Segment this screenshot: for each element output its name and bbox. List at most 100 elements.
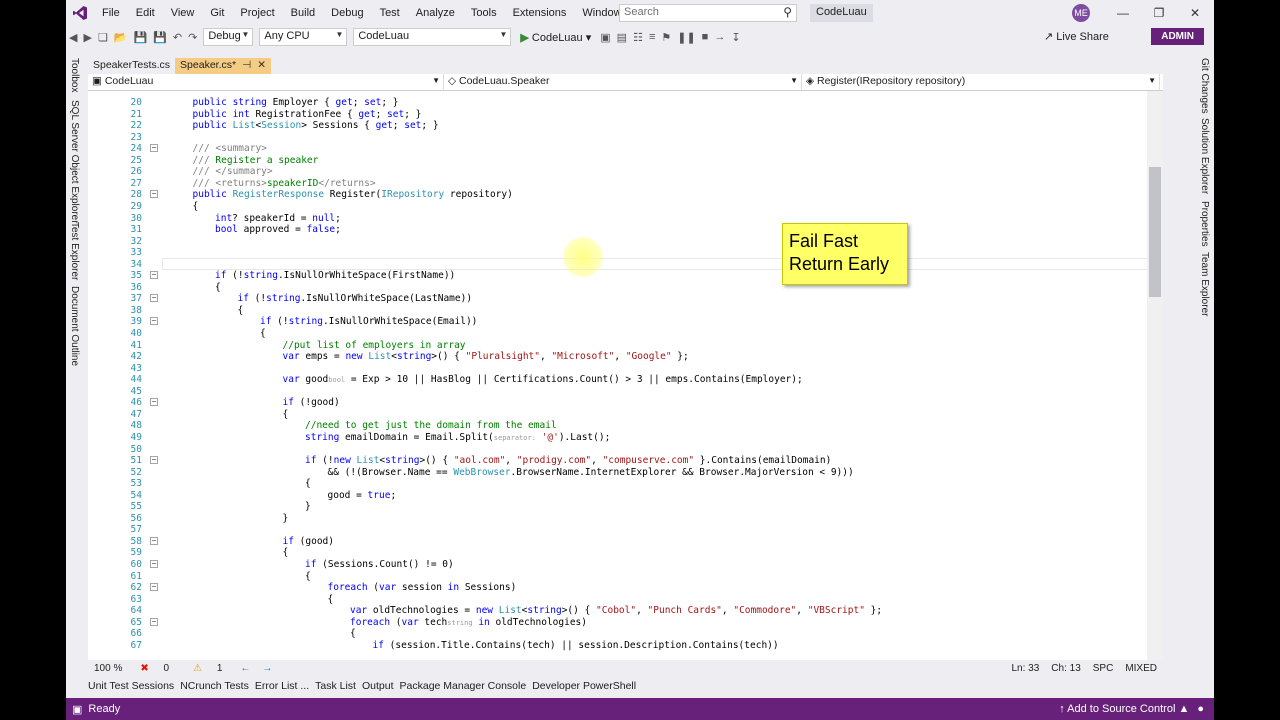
nav-forward-icon[interactable]: → (256, 663, 278, 674)
code-line[interactable]: 29 { (88, 201, 1148, 212)
code-line[interactable]: 61 { (88, 571, 1148, 582)
menu-item-project[interactable]: Project (232, 0, 282, 26)
menu-item-tools[interactable]: Tools (463, 0, 505, 26)
toolbar-icon-2[interactable]: ▤ (614, 31, 630, 44)
warnings-indicator[interactable]: ⚠ 1 (181, 663, 234, 674)
code-line[interactable]: 24− /// <summary> (88, 143, 1148, 154)
code-line[interactable]: 63 { (88, 594, 1148, 605)
menu-item-git[interactable]: Git (202, 0, 232, 26)
code-line[interactable]: 44 var goodbool = Exp > 10 || HasBlog || … (88, 374, 1148, 385)
pause-icon[interactable]: ❚❚ (674, 31, 698, 44)
code-line[interactable]: 35− if (!string.IsNullOrWhiteSpace(FirstN… (88, 270, 1148, 281)
forward-icon[interactable]: ▶ (80, 31, 94, 44)
code-line[interactable]: 33 (88, 247, 1148, 258)
code-line[interactable]: 31 bool approved = false; (88, 224, 1148, 235)
live-share-button[interactable]: ↗ Live Share (1044, 30, 1109, 43)
collapse-icon[interactable]: − (150, 190, 158, 199)
close-icon[interactable]: ✕ (1178, 0, 1212, 26)
bottom-tab-error-list[interactable]: Error List ... (255, 678, 315, 696)
whitespace-mode[interactable]: SPC (1087, 663, 1120, 674)
toolbox-tab[interactable]: Toolbox (69, 58, 80, 92)
collapse-icon[interactable]: − (150, 317, 158, 326)
save-all-icon[interactable]: 💾 (150, 31, 170, 44)
menu-item-view[interactable]: View (163, 0, 203, 26)
code-line[interactable]: 45 (88, 386, 1148, 397)
collapse-icon[interactable]: − (150, 560, 158, 568)
notifications-icon[interactable]: ● (1197, 703, 1214, 715)
project-dropdown[interactable]: ▣ CodeLuau ▼ (88, 74, 444, 91)
collapse-icon[interactable]: − (150, 271, 158, 280)
redo-icon[interactable]: ↷ (185, 31, 200, 44)
menu-item-analyze[interactable]: Analyze (408, 0, 463, 26)
bottom-tab-unit-test-sessions[interactable]: Unit Test Sessions (88, 678, 180, 696)
test-explorer-tab[interactable]: Test Explorer (69, 222, 80, 280)
code-line[interactable]: 32 (88, 236, 1148, 247)
collapse-icon[interactable]: − (150, 617, 158, 626)
code-line[interactable]: 55} (88, 501, 1148, 512)
start-debugging-button[interactable]: ▶ CodeLuau ▾ (514, 31, 597, 44)
menu-item-test[interactable]: Test (372, 0, 408, 26)
undo-icon[interactable]: ↶ (170, 31, 185, 44)
zoom-level[interactable]: 100 % (88, 663, 128, 674)
code-line[interactable]: 38 { (88, 305, 1148, 316)
collapse-icon[interactable]: − (150, 583, 158, 592)
code-line[interactable]: 43 (88, 363, 1148, 374)
code-line[interactable]: 39− if (!string.IsNullOrWhiteSpace(Email)… (88, 316, 1148, 327)
stop-icon[interactable]: ■ (699, 31, 712, 43)
scroll-thumb[interactable] (1149, 167, 1161, 297)
code-line[interactable]: 56} (88, 513, 1148, 524)
code-line[interactable]: 59 { (88, 547, 1148, 558)
member-dropdown[interactable]: ◈ Register(IRepository repository) ▼ (802, 74, 1160, 91)
configuration-select[interactable]: Debug ▼ (203, 28, 254, 46)
code-line[interactable]: 20 public string Employer { get; set; } (88, 97, 1148, 108)
step-into-icon[interactable]: ↧ (728, 31, 743, 44)
sql-server-object-explorer-tab[interactable]: SQL Server Object Explorer (69, 100, 80, 224)
code-line[interactable]: 47 { (88, 409, 1148, 420)
solution-explorer-tab[interactable]: Solution Explorer (1199, 118, 1210, 194)
code-line[interactable]: 58− if (good) (88, 536, 1148, 547)
avatar[interactable]: ME (1072, 4, 1090, 22)
collapse-icon[interactable]: − (150, 536, 158, 545)
toolbar-icon-3[interactable]: ☷ (630, 31, 646, 44)
code-line[interactable]: 57 (88, 524, 1148, 535)
code-line[interactable]: 49 string emailDomain = Email.Split(separ… (88, 432, 1148, 443)
startup-project-select[interactable]: CodeLuau ▼ (353, 28, 512, 46)
new-item-icon[interactable]: ❏ (95, 31, 111, 44)
collapse-icon[interactable]: − (150, 144, 158, 153)
code-line[interactable]: 48 //need to get just the domain from the… (88, 420, 1148, 431)
properties-tab[interactable]: Properties (1199, 201, 1210, 247)
restore-icon[interactable]: ❐ (1142, 0, 1176, 26)
code-line[interactable]: 27 /// <returns>speakerID</returns> (88, 178, 1148, 189)
code-line[interactable]: 51− if (!new List<string>() { "aol.com", … (88, 455, 1148, 466)
bottom-tab-ncrunch-tests[interactable]: NCrunch Tests (180, 678, 255, 696)
collapse-icon[interactable]: − (150, 456, 158, 465)
menu-item-edit[interactable]: Edit (128, 0, 163, 26)
code-line[interactable]: 53 { (88, 478, 1148, 489)
code-line[interactable]: 37− if (!string.IsNullOrWhiteSpace(LastNa… (88, 293, 1148, 304)
code-line[interactable]: 54 good = true; (88, 490, 1148, 501)
collapse-icon[interactable]: − (150, 294, 158, 303)
toolbar-icon-4[interactable]: ≡ (646, 31, 658, 43)
code-line[interactable]: 42 var emps = new List<string>() { "Plura… (88, 351, 1148, 362)
pin-icon[interactable]: ⊣ (242, 59, 251, 71)
code-line[interactable]: 46− if (!good) (88, 397, 1148, 408)
menu-item-debug[interactable]: Debug (323, 0, 371, 26)
document-outline-tab[interactable]: Document Outline (69, 286, 80, 366)
nav-back-icon[interactable]: ← (234, 663, 256, 674)
code-line[interactable]: 50 (88, 444, 1148, 455)
toolbar-icon-1[interactable]: ▣ (597, 31, 613, 44)
code-line[interactable]: 30 int? speakerId = null; (88, 213, 1148, 224)
menu-item-build[interactable]: Build (283, 0, 323, 26)
minimize-icon[interactable]: — (1106, 0, 1140, 26)
code-line[interactable]: 25 /// Register a speaker (88, 155, 1148, 166)
errors-indicator[interactable]: ✖ 0 (128, 663, 181, 674)
vs-logo-icon[interactable] (66, 0, 94, 26)
admin-badge[interactable]: ADMIN (1151, 28, 1204, 45)
type-dropdown[interactable]: ◇ CodeLuau.Speaker ▼ (444, 74, 802, 91)
bottom-tab-package-manager-console[interactable]: Package Manager Console (400, 678, 533, 696)
code-line[interactable]: 52 && (!(Browser.Name == WebBrowser.Brows… (88, 467, 1148, 478)
vertical-scrollbar[interactable] (1147, 91, 1163, 660)
step-icon[interactable]: → (711, 31, 728, 43)
code-line[interactable]: 28− public RegisterResponse Register(IRep… (88, 189, 1148, 200)
code-line[interactable]: 67 if (session.Title.Contains(tech) || se… (88, 640, 1148, 651)
